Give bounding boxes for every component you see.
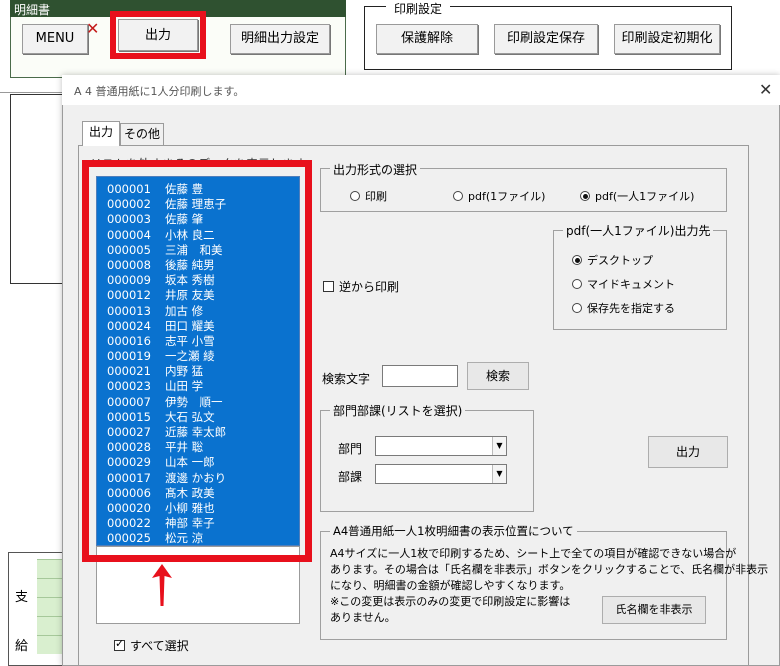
red-arrow-icon xyxy=(152,564,172,606)
cross-icon: ✕ xyxy=(86,19,100,38)
radio-my-documents-label: マイドキュメント xyxy=(587,278,675,291)
reset-print-settings-button[interactable]: 印刷設定初期化 xyxy=(614,24,720,54)
search-button[interactable]: 検索 xyxy=(467,362,529,390)
radio-icon xyxy=(572,279,582,289)
print-settings-caption: 印刷設定 xyxy=(386,0,451,17)
radio-icon xyxy=(453,191,463,201)
radio-icon xyxy=(350,191,360,201)
department-group xyxy=(320,410,534,512)
table-label-kyu: 給 xyxy=(15,639,29,654)
radio-pdf-per-person[interactable]: pdf(一人1ファイル) xyxy=(580,188,694,204)
note-line: あります。その場合は「氏名欄を非表示」ボタンをクリックすることで、氏名欄が非表示 xyxy=(330,563,769,576)
detail-output-settings-button[interactable]: 明細出力設定 xyxy=(230,24,330,54)
hide-name-button[interactable]: 氏名欄を非表示 xyxy=(602,596,706,624)
dept-combobox[interactable]: ▼ xyxy=(375,436,507,456)
radio-specify-location-label: 保存先を指定する xyxy=(587,302,675,315)
radio-print[interactable]: 印刷 xyxy=(350,188,387,204)
reverse-print-label: 逆から印刷 xyxy=(339,280,400,294)
department-caption: 部門部課(リストを選択) xyxy=(330,402,466,419)
checkbox-icon xyxy=(323,281,334,292)
select-all-checkbox[interactable]: すべて選択 xyxy=(114,637,189,654)
table-label-shi: 支 xyxy=(15,590,29,605)
table-cell xyxy=(37,597,65,616)
reverse-print-checkbox[interactable]: 逆から印刷 xyxy=(323,278,399,295)
table-cell xyxy=(37,616,65,635)
table-cell xyxy=(37,559,65,578)
dept-label: 部門 xyxy=(338,442,363,456)
radio-pdf-single[interactable]: pdf(1ファイル) xyxy=(453,188,545,204)
pdf-destination-caption: pdf(一人1ファイル)出力先 xyxy=(563,222,714,239)
radio-print-label: 印刷 xyxy=(365,190,387,203)
radio-desktop[interactable]: デスクトップ xyxy=(572,252,653,268)
tab-output[interactable]: 出力 xyxy=(82,121,120,146)
search-input[interactable] xyxy=(382,365,458,387)
tab-other[interactable]: その他 xyxy=(120,123,164,145)
note-line: A4サイズに一人1枚で印刷するため、シート上で全ての項目が確認できない場合が xyxy=(330,547,737,560)
table-cell xyxy=(37,578,65,597)
dialog-title: A 4 普通用紙に1人分印刷します。 xyxy=(74,85,245,98)
select-all-label: すべて選択 xyxy=(130,639,189,653)
highlight-box-output xyxy=(110,11,206,59)
radio-icon xyxy=(572,303,582,313)
divider xyxy=(0,92,70,93)
table-cell xyxy=(37,635,65,654)
highlight-box-list xyxy=(82,160,312,562)
section-combobox[interactable]: ▼ xyxy=(375,464,507,484)
radio-desktop-label: デスクトップ xyxy=(587,254,653,267)
sheet-box xyxy=(10,94,64,284)
note-line: になり、明細書の金額が確認しやすくなります。 xyxy=(330,579,571,592)
chevron-down-icon[interactable]: ▼ xyxy=(492,437,506,455)
close-icon[interactable]: ✕ xyxy=(759,80,772,99)
radio-selected-icon xyxy=(572,255,582,265)
radio-pdf-per-person-label: pdf(一人1ファイル) xyxy=(595,190,695,203)
radio-pdf-single-label: pdf(1ファイル) xyxy=(468,190,546,203)
menu-button[interactable]: MENU xyxy=(22,24,88,54)
chevron-down-icon[interactable]: ▼ xyxy=(492,465,506,483)
pay-table: 支 給 xyxy=(8,552,65,666)
save-print-settings-button[interactable]: 印刷設定保存 xyxy=(494,24,598,54)
output-format-caption: 出力形式の選択 xyxy=(330,161,421,178)
note-caption: A4普通用紙一人1枚明細書の表示位置について xyxy=(330,523,577,539)
section-label: 部課 xyxy=(338,470,363,484)
radio-selected-icon xyxy=(580,191,590,201)
unprotect-button[interactable]: 保護解除 xyxy=(376,24,478,54)
radio-specify-location[interactable]: 保存先を指定する xyxy=(572,300,675,316)
radio-my-documents[interactable]: マイドキュメント xyxy=(572,276,675,292)
checkbox-icon xyxy=(114,637,125,651)
dialog-output-button[interactable]: 出力 xyxy=(648,436,728,468)
search-label: 検索文字 xyxy=(322,372,371,386)
